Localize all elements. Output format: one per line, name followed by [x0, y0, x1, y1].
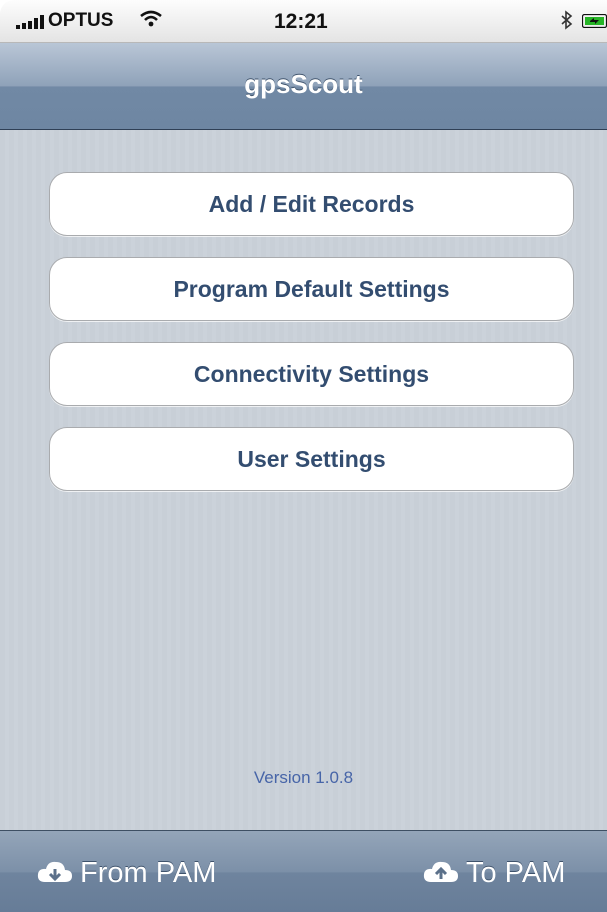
cloud-upload-icon [423, 861, 458, 882]
from-pam-button[interactable]: From PAM [36, 855, 216, 891]
menu-panel: Add / Edit Records Program Default Setti… [0, 130, 607, 830]
add-edit-records-button[interactable]: Add / Edit Records [49, 172, 574, 236]
signal-bars-icon [16, 15, 44, 29]
bluetooth-icon [561, 10, 573, 30]
status-bar: OPTUS 12:21 [0, 0, 607, 43]
cloud-download-icon [37, 861, 72, 882]
program-default-settings-button[interactable]: Program Default Settings [49, 257, 574, 321]
from-pam-label: From PAM [80, 856, 217, 889]
user-settings-button[interactable]: User Settings [49, 427, 574, 491]
bottom-toolbar: From PAM To PAM [0, 830, 607, 912]
to-pam-button[interactable]: To PAM [422, 855, 565, 891]
battery-charging-icon [582, 14, 607, 28]
page-title: gpsScout [244, 69, 363, 99]
version-label: Version 1.0.8 [253, 768, 354, 787]
navigation-bar: gpsScout [0, 43, 607, 130]
to-pam-label: To PAM [466, 856, 566, 889]
status-time: 12:21 [274, 10, 328, 33]
app-screen: OPTUS 12:21 gpsScout Add / Edit Records … [0, 0, 607, 912]
carrier-name: OPTUS [48, 10, 114, 31]
wifi-icon [140, 10, 162, 27]
connectivity-settings-button[interactable]: Connectivity Settings [49, 342, 574, 406]
